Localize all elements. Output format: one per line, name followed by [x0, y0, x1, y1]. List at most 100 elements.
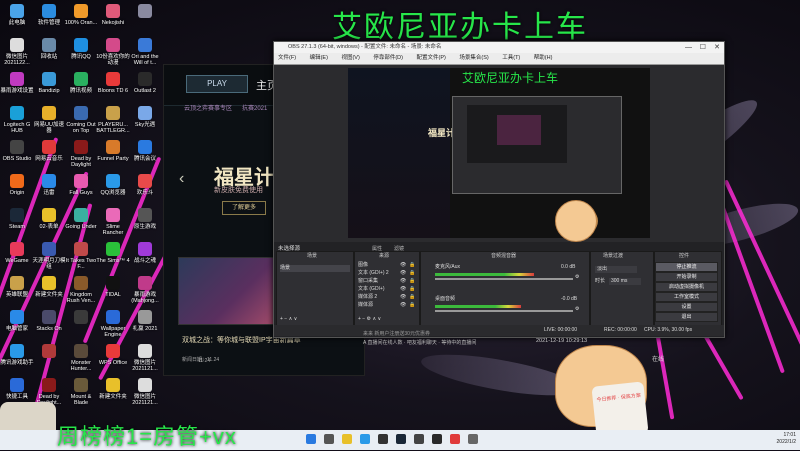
desktop-icon[interactable]: 网易云音乐 [32, 140, 66, 162]
menu-file[interactable]: 文件(F) [278, 55, 296, 61]
control-button[interactable]: 设置 [655, 302, 718, 312]
menu-view[interactable]: 视图(V) [341, 55, 359, 61]
desktop-icon[interactable]: 02-表单 [32, 208, 66, 230]
transition-type-select[interactable]: 淡出 [595, 266, 637, 273]
desktop-icon[interactable]: TIDAL [96, 276, 130, 298]
source-item[interactable]: 媒体源 👁 🔒 [358, 302, 416, 309]
news-image[interactable] [178, 257, 276, 325]
desktop-icon[interactable]: Nekojishi [96, 4, 130, 26]
taskbar-app-icon[interactable] [342, 434, 352, 444]
desktop-icon[interactable]: 新建文件夹 [96, 378, 130, 400]
source-item[interactable]: 图像 👁 🔒 [358, 262, 416, 269]
taskbar-app-icon[interactable] [468, 434, 478, 444]
desktop-icon[interactable]: Fall Guys [64, 174, 98, 196]
obs-preview[interactable]: 福星计划 艾欧尼亚办卡上车 [348, 68, 650, 238]
taskbar-app-icon[interactable] [432, 434, 442, 444]
menu-tools[interactable]: 工具(T) [502, 55, 520, 61]
desktop-icon[interactable]: 10份喜欢你的动漫 [96, 38, 130, 66]
desktop-icon[interactable]: Wallpaper Engine [96, 310, 130, 338]
lock-icon[interactable]: 🔒 [409, 262, 415, 269]
desktop-icon[interactable]: It Takes Two F... [64, 242, 98, 270]
taskbar-app-icon[interactable] [360, 434, 370, 444]
desktop-icon[interactable]: 软件管理 [32, 4, 66, 26]
desktop-icon[interactable]: WeGame [0, 242, 34, 264]
launcher-nav-item[interactable]: 云顶之弈 [184, 103, 208, 112]
desktop-icon[interactable]: 快捷工具 [0, 378, 34, 400]
desktop-icon[interactable]: Stacks On [32, 310, 66, 332]
desktop-icon[interactable]: 腾讯视频 [64, 72, 98, 94]
source-item[interactable]: 窗口采集 👁 🔒 [358, 278, 416, 285]
desktop-icon[interactable]: Bandizip [32, 72, 66, 94]
scene-item[interactable]: 场景 [280, 265, 350, 272]
desktop-icon[interactable]: QQ浏览器 [96, 174, 130, 196]
start-icon[interactable] [306, 434, 316, 444]
desktop-icon[interactable]: 迅雷 [32, 174, 66, 196]
visibility-eye-icon[interactable]: 👁 [400, 278, 406, 285]
desktop-icon[interactable]: Logitech G HUB [0, 106, 34, 134]
desktop-icon[interactable]: 原生游戏 [128, 208, 162, 230]
lock-icon[interactable]: 🔒 [409, 278, 415, 285]
desktop-icon[interactable]: 暴雨游戏设置 [0, 72, 34, 94]
control-button[interactable]: 停止推流 [655, 262, 718, 272]
desktop-icon[interactable]: The Sims™ 4 [96, 242, 130, 264]
taskbar-app-icon[interactable] [396, 434, 406, 444]
source-item[interactable]: 媒体源 2 👁 🔒 [358, 294, 416, 301]
control-button[interactable]: 退出 [655, 312, 718, 322]
visibility-eye-icon[interactable]: 👁 [400, 302, 406, 309]
desktop-icon[interactable]: Origin [0, 174, 34, 196]
desktop-icon[interactable]: 100% Oran... [64, 4, 98, 26]
visibility-eye-icon[interactable]: 👁 [400, 294, 406, 301]
lock-icon[interactable]: 🔒 [409, 270, 415, 277]
desktop-icon[interactable]: WPS Office [96, 344, 130, 366]
lock-icon[interactable]: 🔒 [409, 286, 415, 293]
desktop-icon[interactable]: Going Under [64, 208, 98, 230]
desktop-icon[interactable]: 微信图片 2021121... [128, 344, 162, 372]
desktop-icon[interactable]: Ori and the Will of t... [128, 38, 162, 66]
mixer-volume-slider[interactable] [435, 278, 573, 280]
desktop-icon[interactable]: 礼赢 2021 [128, 310, 162, 332]
desktop-icon[interactable]: 天涯明月刀模组 [32, 242, 66, 270]
carousel-prev-icon[interactable]: ‹ [179, 170, 184, 188]
taskbar-app-icon[interactable] [324, 434, 334, 444]
desktop-icon[interactable]: 暴雨游戏 (Mahjong... [128, 276, 162, 304]
menu-profile[interactable]: 配置文件(P) [416, 55, 445, 61]
desktop-icon[interactable]: 腾讯游戏助手 [0, 344, 34, 366]
taskbar-app-icon[interactable] [414, 434, 424, 444]
transition-duration-input[interactable]: 300 ms [609, 278, 641, 285]
desktop-icon[interactable]: PLAYERU... BATTLEGR... [96, 106, 130, 134]
taskbar-app-icon[interactable] [450, 434, 460, 444]
desktop-icon[interactable]: Slime Rancher [96, 208, 130, 236]
control-button[interactable]: 启动虚拟摄像机 [655, 282, 718, 292]
launcher-nav-item[interactable]: 抗赛2021 [242, 103, 267, 112]
taskbar-app-icon[interactable] [378, 434, 388, 444]
desktop-icon[interactable]: 此电脑 [0, 4, 34, 26]
desktop-icon[interactable]: Coming Out on Top [64, 106, 98, 134]
mixer-settings-icon[interactable]: ⚙ [575, 306, 579, 313]
desktop-icon[interactable]: 微信图片 2021122... [0, 38, 34, 66]
desktop-icon[interactable]: Bloons TD 6 [96, 72, 130, 94]
minimize-icon[interactable]: — [685, 42, 692, 53]
control-button[interactable]: 开始录制 [655, 272, 718, 282]
lock-icon[interactable]: 🔒 [409, 302, 415, 309]
desktop-icon[interactable]: OBS Studio [0, 140, 34, 162]
desktop-icon[interactable] [128, 4, 162, 20]
desktop-icon[interactable]: 电脑管家 [0, 310, 34, 332]
desktop-icon[interactable] [32, 344, 66, 360]
source-add-icon[interactable]: + − ⚙ ∧ ∨ [358, 316, 381, 323]
maximize-icon[interactable]: ☐ [700, 42, 706, 53]
desktop-icon[interactable]: 网易UU加速器 [32, 106, 66, 134]
mixer-settings-icon[interactable]: ⚙ [575, 274, 579, 281]
launcher-nav-item[interactable]: 赛事专区 [208, 103, 232, 112]
desktop-icon[interactable]: Kingdom Rush Ven... [64, 276, 98, 304]
visibility-eye-icon[interactable]: 👁 [400, 286, 406, 293]
visibility-eye-icon[interactable]: 👁 [400, 270, 406, 277]
source-item[interactable]: 文本 (GDI+) 2 👁 🔒 [358, 270, 416, 277]
desktop-icon[interactable]: 英雄联盟 [0, 276, 34, 298]
desktop-icon[interactable]: 欢乐斗 [128, 174, 162, 196]
desktop-icon[interactable]: Dead by Daylight [64, 140, 98, 168]
desktop-icon[interactable]: Sky光遇 [128, 106, 162, 128]
desktop-icon[interactable]: 新建文件夹 [32, 276, 66, 298]
source-item[interactable]: 文本 (GDI+) 👁 🔒 [358, 286, 416, 293]
desktop-icon[interactable] [64, 310, 98, 326]
desktop-icon[interactable]: Steam [0, 208, 34, 230]
